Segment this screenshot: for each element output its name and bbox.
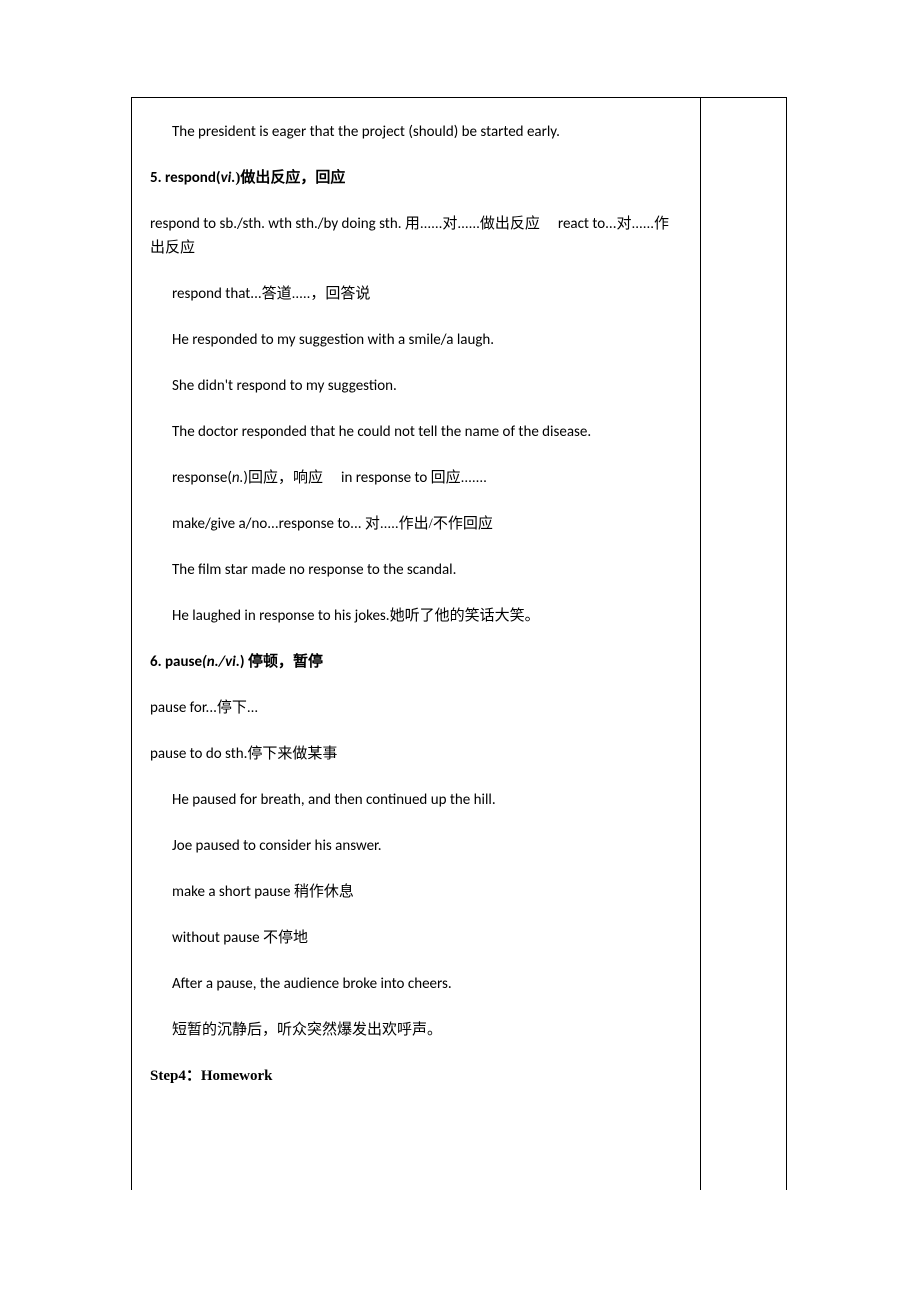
text-span: He responded to my suggestion with a smi… (172, 331, 494, 349)
paragraph-18: After a pause, the audience broke into c… (150, 972, 682, 996)
text-span: She didn't respond to my suggestion. (172, 377, 397, 395)
text-span: pause to do sth. (150, 745, 247, 763)
text-span: He paused for breath, and then continued… (172, 791, 496, 809)
paragraph-15: Joe paused to consider his answer. (150, 834, 682, 858)
text-span: The film star made no response to the sc… (172, 561, 456, 579)
text-span: without pause (172, 929, 263, 947)
text-span: He laughed in response to his jokes. (172, 607, 390, 625)
text-span: 停下... (217, 700, 258, 716)
text-span: After a pause, the audience broke into c… (172, 975, 452, 993)
paragraph-6: The doctor responded that he could not t… (150, 420, 682, 444)
paragraph-1: 5. respond(vi.)做出反应，回应 (150, 166, 682, 190)
main-content-cell: The president is eager that the project … (132, 98, 701, 1190)
paragraph-2: respond to sb./sth. wth sth./by doing st… (150, 212, 682, 260)
paragraph-20: Step4：Homework (150, 1064, 682, 1088)
text-span: Joe paused to consider his answer. (172, 837, 382, 855)
text-span: respond that... (172, 285, 262, 303)
text-span: 回应....... (431, 470, 487, 486)
text-span: in response to (341, 469, 431, 487)
text-span: 停顿，暂停 (248, 654, 323, 670)
text-span: 回应，响应 (248, 470, 323, 486)
paragraph-10: He laughed in response to his jokes.她听了他… (150, 604, 682, 628)
text-span: n. (232, 469, 244, 487)
text-span: 不停地 (263, 930, 308, 946)
paragraph-5: She didn't respond to my suggestion. (150, 374, 682, 398)
text-span: (n./vi. (202, 653, 240, 671)
text-span: 用......对......做出反应 (405, 216, 540, 232)
paragraph-16: make a short pause 稍作休息 (150, 880, 682, 904)
text-span: )做出反应，回应 (235, 170, 345, 186)
text-span: pause for... (150, 699, 217, 717)
text-span: The president is eager that the project … (172, 123, 560, 141)
paragraph-13: pause to do sth.停下来做某事 (150, 742, 682, 766)
paragraph-12: pause for...停下... (150, 696, 682, 720)
text-span: make/give a/no...response to... (172, 515, 365, 533)
text-span: ) (240, 653, 248, 671)
text-span: vi. (221, 169, 236, 187)
paragraph-9: The film star made no response to the sc… (150, 558, 682, 582)
paragraph-4: He responded to my suggestion with a smi… (150, 328, 682, 352)
document-table: The president is eager that the project … (131, 97, 787, 1190)
text-span: make a short pause (172, 883, 294, 901)
paragraph-7: response(n.)回应，响应in response to 回应......… (150, 466, 682, 490)
paragraph-17: without pause 不停地 (150, 926, 682, 950)
side-empty-cell (701, 98, 787, 1190)
text-span: 稍作休息 (294, 884, 354, 900)
text-span: response( (172, 469, 232, 487)
paragraph-19: 短暂的沉静后，听众突然爆发出欢呼声。 (150, 1018, 682, 1042)
text-span: 停下来做某事 (247, 746, 337, 762)
text-span: 她听了他的笑话大笑。 (390, 608, 540, 624)
text-span: The doctor responded that he could not t… (172, 423, 591, 441)
text-span: 短暂的沉静后，听众突然爆发出欢呼声。 (172, 1022, 442, 1038)
text-span: respond to sb./sth. wth sth./by doing st… (150, 215, 405, 233)
text-span: 5. respond( (150, 169, 221, 187)
text-span: 对.....作出/不作回应 (365, 516, 493, 532)
paragraph-3: respond that...答道.....，回答说 (150, 282, 682, 306)
paragraph-14: He paused for breath, and then continued… (150, 788, 682, 812)
text-span: 6. pause (150, 653, 202, 671)
paragraph-8: make/give a/no...response to... 对.....作出… (150, 512, 682, 536)
text-span: 答道.....，回答说 (262, 286, 371, 302)
text-span: Step4：Homework (150, 1068, 273, 1084)
paragraph-0: The president is eager that the project … (150, 120, 682, 144)
text-span: react to... (558, 215, 617, 233)
paragraph-11: 6. pause(n./vi.) 停顿，暂停 (150, 650, 682, 674)
